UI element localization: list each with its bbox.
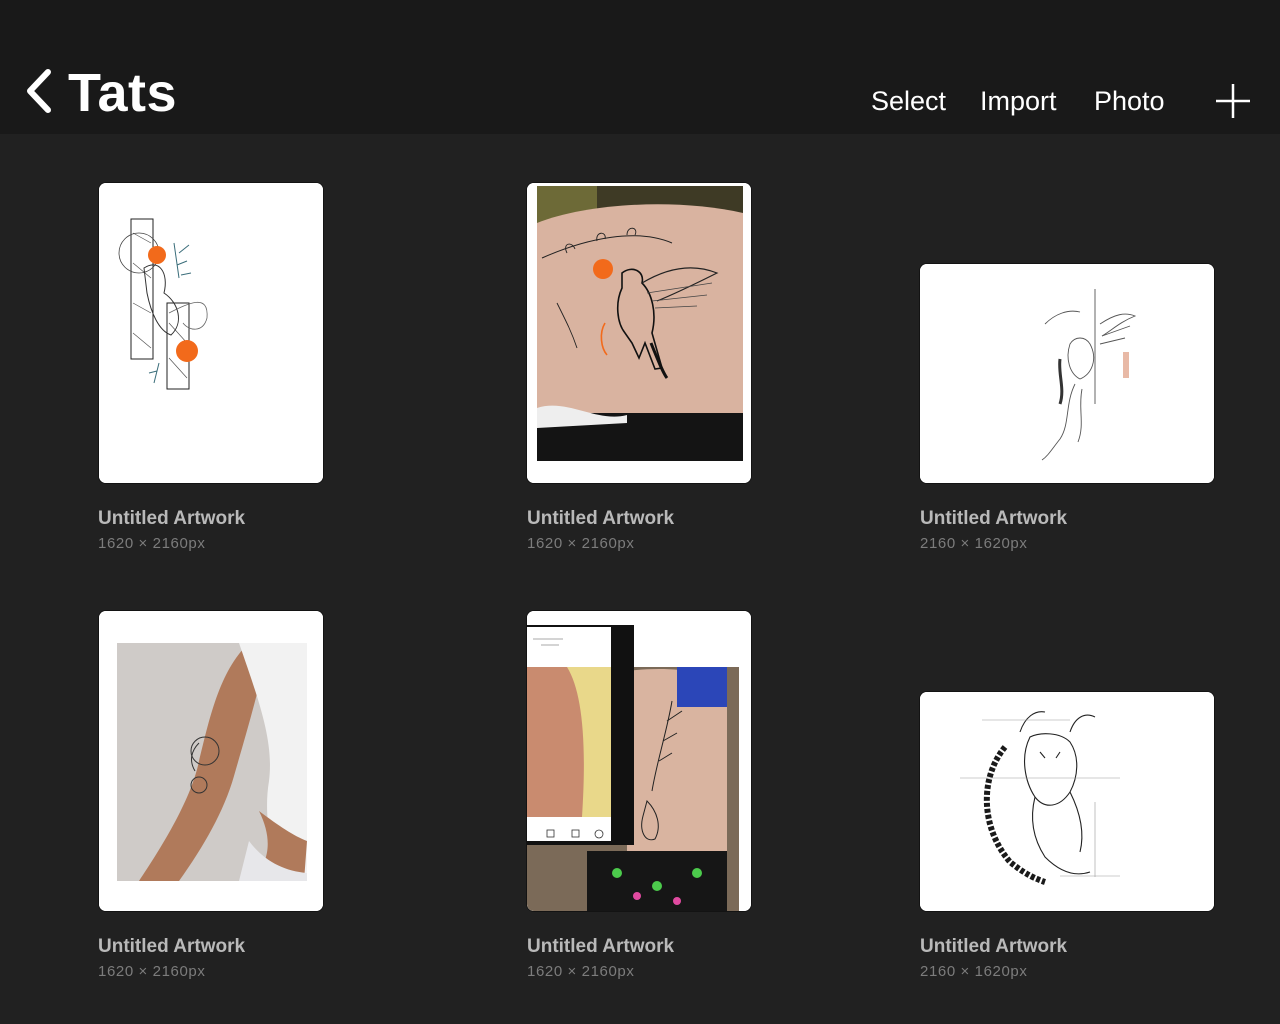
artwork-thumbnail[interactable] [920, 264, 1214, 483]
artwork-title: Untitled Artwork [920, 508, 1068, 529]
artwork-dimensions: 1620 × 2160px [527, 963, 635, 980]
select-button[interactable]: Select [871, 82, 946, 120]
back-chevron-icon[interactable] [22, 66, 60, 116]
arm-tattoo-photo [99, 611, 323, 911]
add-artwork-icon[interactable] [1214, 82, 1252, 120]
artwork-dimensions: 1620 × 2160px [98, 535, 206, 552]
artwork-thumbnail[interactable] [527, 183, 751, 483]
artwork-thumbnail[interactable] [527, 611, 751, 911]
artwork-grid: Untitled Artwork 1620 × 2160px Untitled … [0, 134, 1280, 1024]
artwork-dimensions: 1620 × 2160px [98, 963, 206, 980]
artwork-title: Untitled Artwork [98, 508, 246, 529]
winged-sketch-image [920, 264, 1214, 483]
top-bar: Tats Select Import Photo [0, 0, 1280, 134]
artwork-thumbnail[interactable] [99, 183, 323, 483]
artwork-title: Untitled Artwork [527, 508, 675, 529]
artwork-dimensions: 1620 × 2160px [527, 535, 635, 552]
artwork-thumbnail[interactable] [99, 611, 323, 911]
deer-sketch-image [920, 692, 1214, 911]
import-button[interactable]: Import [980, 82, 1057, 120]
artwork-dimensions: 2160 × 1620px [920, 963, 1028, 980]
artwork-dimensions: 2160 × 1620px [920, 535, 1028, 552]
back-tattoo-collage-photo [527, 611, 751, 911]
fox-sketch-image [99, 183, 323, 483]
photo-button[interactable]: Photo [1094, 82, 1165, 120]
gallery-title: Tats [68, 63, 178, 123]
artwork-thumbnail[interactable] [920, 692, 1214, 911]
artwork-title: Untitled Artwork [98, 936, 246, 957]
pegasus-tattoo-photo [527, 183, 751, 483]
artwork-title: Untitled Artwork [527, 936, 675, 957]
artwork-title: Untitled Artwork [920, 936, 1068, 957]
